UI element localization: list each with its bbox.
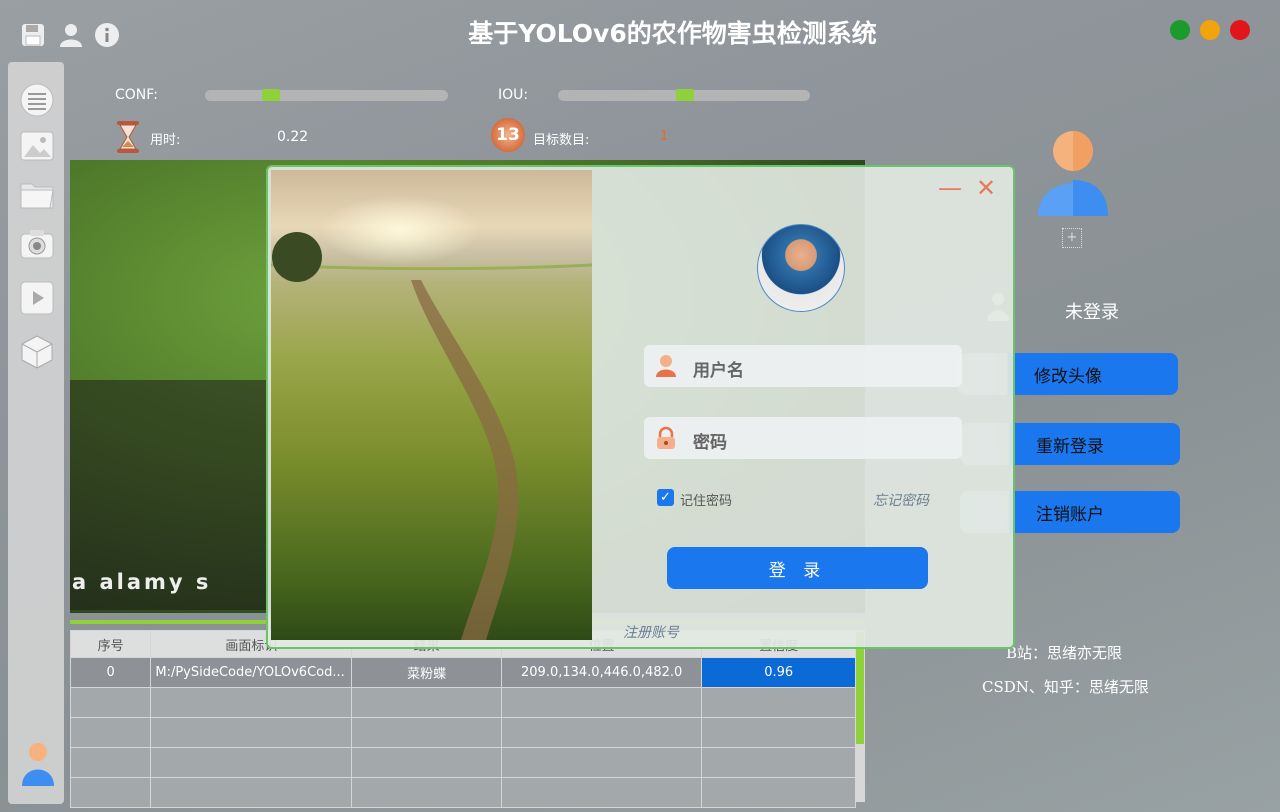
tree-silhouette xyxy=(272,232,322,282)
cell-confidence[interactable]: 0.96 xyxy=(701,657,856,688)
user-profile-icon xyxy=(1036,130,1110,218)
conf-slider[interactable] xyxy=(205,90,448,101)
count-label: 目标数目: xyxy=(533,133,590,148)
model-icon[interactable] xyxy=(19,334,55,370)
password-placeholder: 密码 xyxy=(693,433,727,453)
login-status: 未登录 xyxy=(1065,302,1119,323)
forgot-password-link[interactable]: 忘记密码 xyxy=(873,490,929,510)
window-close-button[interactable] xyxy=(1230,20,1250,40)
table-row[interactable] xyxy=(69,777,856,808)
table-row[interactable]: 0 M:/PySideCode/YOLOv6Cod... 菜粉蝶 209.0,1… xyxy=(69,657,856,688)
window-maximize-button[interactable] xyxy=(1170,20,1190,40)
change-avatar-label: 修改头像 xyxy=(1034,366,1102,387)
remember-label[interactable]: 记住密码 xyxy=(680,490,732,509)
iou-slider-handle[interactable] xyxy=(676,89,694,101)
username-icon xyxy=(655,354,677,378)
username-placeholder: 用户名 xyxy=(693,361,744,381)
login-button[interactable]: 登 录 xyxy=(667,547,928,589)
conf-label: CONF: xyxy=(115,87,158,103)
count-value: 1 xyxy=(660,129,669,144)
register-link[interactable]: 注册账号 xyxy=(623,622,679,642)
camera-icon[interactable] xyxy=(19,226,55,262)
table-row[interactable] xyxy=(69,687,856,718)
sidebar xyxy=(8,62,64,804)
iou-label: IOU: xyxy=(498,87,529,103)
add-avatar-button[interactable]: + xyxy=(1062,228,1082,248)
password-field[interactable] xyxy=(644,417,962,459)
menu-icon[interactable] xyxy=(19,82,55,118)
cell-position[interactable]: 209.0,134.0,446.0,482.0 xyxy=(500,657,703,688)
table-row[interactable] xyxy=(69,747,856,778)
dialog-minimize-button[interactable]: — xyxy=(938,174,962,202)
cell-index[interactable]: 0 xyxy=(69,657,152,688)
table-row[interactable] xyxy=(69,717,856,748)
sun-glow xyxy=(320,195,480,265)
image-watermark: a alamy s xyxy=(72,570,212,594)
hourglass-icon xyxy=(114,120,142,154)
col-header-index[interactable]: 序号 xyxy=(69,630,152,658)
time-value: 0.22 xyxy=(277,129,309,145)
dialog-close-button[interactable]: ✕ xyxy=(976,174,996,202)
username-field[interactable] xyxy=(644,345,962,387)
folder-icon[interactable] xyxy=(19,176,55,212)
window-minimize-button[interactable] xyxy=(1200,20,1220,40)
cell-result[interactable]: 菜粉蝶 xyxy=(351,657,502,688)
video-icon[interactable] xyxy=(19,280,55,316)
remember-checkbox[interactable]: ✓ xyxy=(657,489,674,506)
app-title: 基于YOLOv6的农作物害虫检测系统 xyxy=(468,19,877,48)
user-avatar-icon[interactable] xyxy=(20,742,56,788)
relogin-label: 重新登录 xyxy=(1036,436,1104,457)
credit-csdn: CSDN、知乎：思绪无限 xyxy=(982,678,1149,696)
time-label: 用时: xyxy=(150,133,181,148)
cell-source[interactable]: M:/PySideCode/YOLOv6Cod... xyxy=(150,657,353,688)
login-button-label: 登 录 xyxy=(768,560,827,581)
delete-account-label: 注销账户 xyxy=(1036,504,1104,525)
count-badge-text: 13 xyxy=(496,125,520,145)
user-avatar-photo xyxy=(757,224,845,312)
count-badge-icon: 13 xyxy=(491,118,525,152)
conf-slider-handle[interactable] xyxy=(262,89,280,101)
image-icon[interactable] xyxy=(19,128,55,164)
password-icon xyxy=(654,426,678,450)
results-table[interactable]: 序号 画面标识 结果 位置 置信度 0 M:/PySideCode/YOLOv6… xyxy=(69,630,856,808)
credit-bilibili: B站：思绪亦无限 xyxy=(1006,644,1123,662)
